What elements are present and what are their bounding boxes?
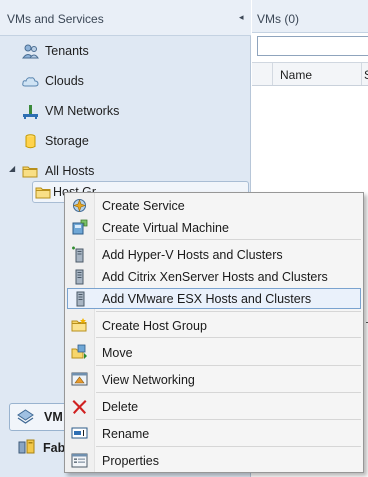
virtual-machine-icon [71, 219, 88, 236]
menu-item-label: View Networking [102, 373, 195, 387]
menu-item-create-host-group[interactable]: Create Host Group [67, 315, 361, 336]
fabric-icon [18, 439, 35, 456]
tree-item-clouds[interactable]: Clouds [22, 70, 84, 92]
tree-item-all-hosts[interactable]: All Hosts [22, 160, 94, 182]
context-menu: Create Service Create Virtual Machine Ad… [64, 192, 364, 473]
menu-item-label: Properties [102, 454, 159, 468]
menu-item-create-service[interactable]: Create Service [67, 195, 361, 216]
content-pane-header: VMs (0) [252, 0, 368, 33]
menu-item-label: Add Hyper-V Hosts and Clusters [102, 248, 283, 262]
collapse-pane-icon[interactable]: ◂ [239, 12, 244, 23]
workspace-label: VM [44, 410, 63, 424]
workspace-button-vms[interactable]: VM [9, 403, 69, 431]
menu-separator [96, 337, 361, 338]
menu-item-label: Create Virtual Machine [102, 221, 229, 235]
menu-item-view-networking[interactable]: View Networking [67, 369, 361, 390]
column-header-status[interactable]: S [364, 68, 368, 82]
move-icon [71, 344, 88, 361]
hyperv-host-icon [71, 246, 88, 263]
menu-item-label: Move [102, 346, 133, 360]
xenserver-host-icon [71, 268, 88, 285]
menu-separator [96, 311, 361, 312]
menu-item-add-vmware-hosts[interactable]: Add VMware ESX Hosts and Clusters [67, 288, 361, 309]
menu-item-label: Add VMware ESX Hosts and Clusters [102, 292, 312, 306]
pane-title: VMs and Services [7, 12, 104, 26]
vms-and-services-icon [17, 409, 34, 426]
menu-item-move[interactable]: Move [67, 342, 361, 363]
expand-toggle-icon[interactable]: ◢ [9, 164, 15, 173]
workspace-label: Fab [43, 440, 66, 455]
menu-item-label: Create Host Group [102, 319, 207, 333]
menu-item-rename[interactable]: Rename [67, 423, 361, 444]
column-divider[interactable] [361, 63, 362, 85]
tree-item-label: Storage [45, 134, 89, 148]
menu-separator [96, 392, 361, 393]
folder-icon [22, 163, 39, 180]
menu-item-properties[interactable]: Properties [67, 450, 361, 471]
navigation-pane-header: VMs and Services ◂ [0, 0, 251, 36]
tree-item-vm-networks[interactable]: VM Networks [22, 100, 119, 122]
menu-item-label: Rename [102, 427, 150, 441]
column-header-icon[interactable] [252, 63, 273, 85]
workspace-button-fabric[interactable]: Fab [18, 439, 65, 456]
tenants-icon [22, 43, 39, 60]
folder-icon [35, 184, 52, 201]
menu-item-label: Create Service [102, 199, 185, 213]
tree-item-label: Tenants [45, 44, 89, 58]
tree-item-label: Clouds [45, 74, 84, 88]
menu-separator [96, 239, 361, 240]
menu-separator [96, 365, 361, 366]
rename-icon [71, 425, 88, 442]
content-pane-title: VMs (0) [257, 12, 299, 26]
column-header-name[interactable]: Name [280, 68, 312, 82]
storage-icon [22, 133, 39, 150]
host-group-icon [71, 317, 88, 334]
search-input[interactable] [257, 36, 368, 56]
menu-item-add-hyperv-hosts[interactable]: Add Hyper-V Hosts and Clusters [67, 244, 361, 265]
delete-icon [71, 398, 88, 415]
menu-separator [96, 419, 361, 420]
menu-separator [96, 446, 361, 447]
menu-item-label: Add Citrix XenServer Hosts and Clusters [102, 270, 328, 284]
vm-network-icon [22, 103, 39, 120]
grid-header: Name S [252, 62, 368, 86]
tree-item-label: All Hosts [45, 164, 95, 178]
tree-item-tenants[interactable]: Tenants [22, 40, 89, 62]
tree-item-label: VM Networks [45, 104, 120, 118]
cloud-icon [22, 73, 39, 90]
menu-item-create-virtual-machine[interactable]: Create Virtual Machine [67, 217, 361, 238]
menu-item-add-citrix-hosts[interactable]: Add Citrix XenServer Hosts and Clusters [67, 266, 361, 287]
menu-item-label: Delete [102, 400, 139, 414]
esx-host-icon [72, 290, 89, 307]
networking-icon [71, 371, 88, 388]
menu-item-delete[interactable]: Delete [67, 396, 361, 417]
properties-icon [71, 452, 88, 469]
tree-item-storage[interactable]: Storage [22, 130, 89, 152]
service-template-icon [71, 197, 88, 214]
